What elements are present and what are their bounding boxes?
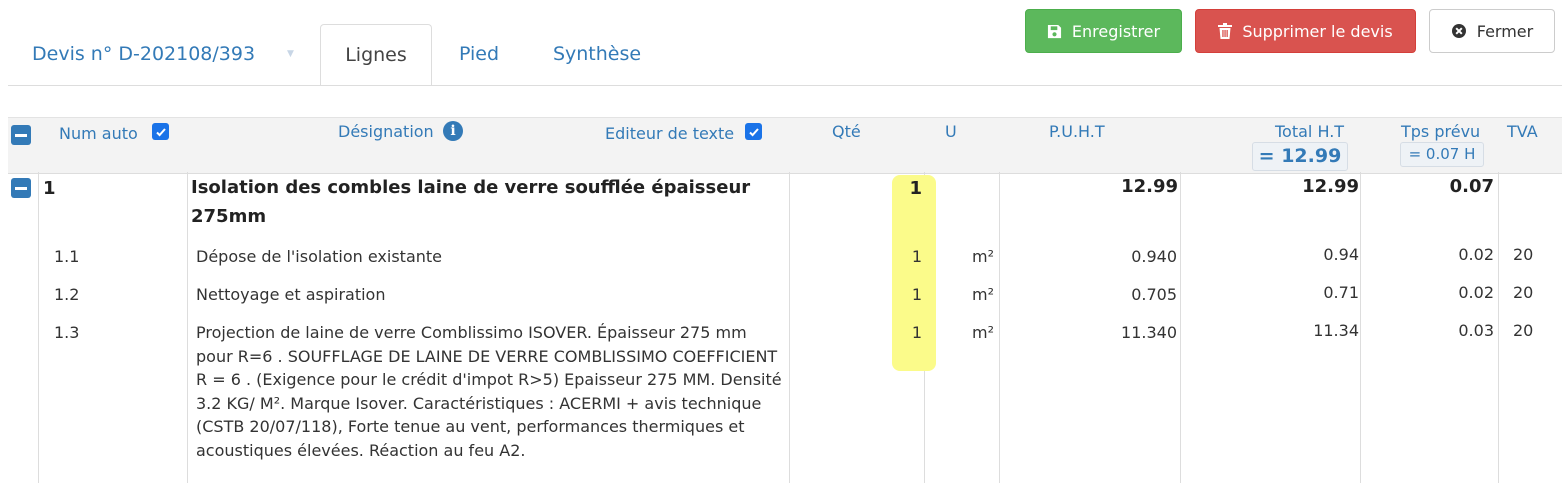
column-divider (999, 172, 1000, 483)
line-number: 1.1 (54, 247, 80, 266)
line-number: 1.3 (54, 323, 80, 342)
close-button[interactable]: Fermer (1429, 9, 1555, 53)
line-unit[interactable]: m² (972, 247, 994, 266)
line-unit-price[interactable]: 11.340 (1080, 323, 1177, 342)
column-divider (1180, 172, 1181, 483)
line-unit[interactable]: m² (972, 323, 994, 342)
group-unit-price: 12.99 (1121, 176, 1178, 197)
line-time: 0.02 (1458, 283, 1494, 302)
line-designation[interactable]: Nettoyage et aspiration (196, 285, 385, 304)
column-divider (187, 172, 188, 483)
line-designation[interactable]: Dépose de l'isolation existante (196, 247, 442, 266)
tabs-divider (8, 85, 1562, 86)
trash-icon (1218, 23, 1233, 39)
line-vat[interactable]: 20 (1513, 283, 1533, 302)
text-editor-checkbox[interactable] (745, 123, 762, 140)
group-quantity[interactable]: 1 (895, 178, 922, 199)
column-header-tva: TVA (1507, 122, 1538, 141)
line-total-ht: 0.71 (1323, 283, 1359, 302)
column-header-unite: U (945, 122, 957, 141)
close-button-label: Fermer (1476, 21, 1534, 41)
line-designation[interactable]: Projection de laine de verre Comblissimo… (196, 321, 786, 462)
quote-number-title[interactable]: Devis n° D-202108/393 (32, 43, 255, 65)
column-divider (38, 172, 39, 483)
line-vat[interactable]: 20 (1513, 245, 1533, 264)
save-button[interactable]: Enregistrer (1025, 9, 1182, 53)
group-title[interactable]: Isolation des combles laine de verre sou… (191, 174, 771, 231)
column-header-editeur-texte: Editeur de texte (605, 124, 735, 143)
floppy-disk-icon (1047, 24, 1062, 39)
column-header-puht: P.U.H.T (1049, 122, 1105, 141)
line-unit[interactable]: m² (972, 285, 994, 304)
collapse-group-toggle[interactable] (11, 178, 31, 198)
line-total-ht: 0.94 (1323, 245, 1359, 264)
line-quantity[interactable]: 1 (895, 285, 922, 304)
tab-synthese[interactable]: Synthèse (538, 24, 656, 85)
tab-lignes[interactable]: Lignes (320, 24, 432, 85)
line-unit-price[interactable]: 0.940 (1080, 247, 1177, 266)
tab-pied[interactable]: Pied (443, 24, 515, 85)
line-quantity[interactable]: 1 (895, 247, 922, 266)
close-circle-icon (1451, 23, 1467, 39)
line-total-ht: 11.34 (1313, 321, 1359, 340)
info-icon[interactable]: i (443, 121, 463, 141)
tps-prevu-sum: = 0.07 H (1400, 142, 1484, 167)
column-header-designation: Désignation (338, 122, 434, 141)
line-vat[interactable]: 20 (1513, 321, 1533, 340)
column-header-qte: Qté (832, 122, 861, 141)
delete-button-label: Supprimer le devis (1242, 21, 1393, 41)
line-quantity[interactable]: 1 (895, 323, 922, 342)
save-button-label: Enregistrer (1071, 21, 1161, 41)
group-number: 1 (43, 178, 56, 199)
line-time: 0.02 (1458, 245, 1494, 264)
column-divider (789, 172, 790, 483)
column-header-num-auto: Num auto (59, 124, 138, 143)
total-ht-sum: = 12.99 (1252, 142, 1348, 171)
collapse-all-toggle[interactable] (11, 125, 31, 145)
line-number: 1.2 (54, 285, 80, 304)
group-total-ht: 12.99 (1302, 176, 1359, 197)
delete-quote-button[interactable]: Supprimer le devis (1195, 9, 1416, 53)
group-time: 0.07 (1449, 176, 1494, 197)
line-unit-price[interactable]: 0.705 (1080, 285, 1177, 304)
column-header-tps-prevu: Tps prévu (1401, 122, 1481, 141)
column-divider (1498, 172, 1499, 483)
num-auto-checkbox[interactable] (152, 123, 169, 140)
column-header-total-ht: Total H.T (1275, 122, 1345, 141)
line-time: 0.03 (1458, 321, 1494, 340)
column-divider (1360, 172, 1361, 483)
caret-icon: ▼ (287, 49, 294, 59)
